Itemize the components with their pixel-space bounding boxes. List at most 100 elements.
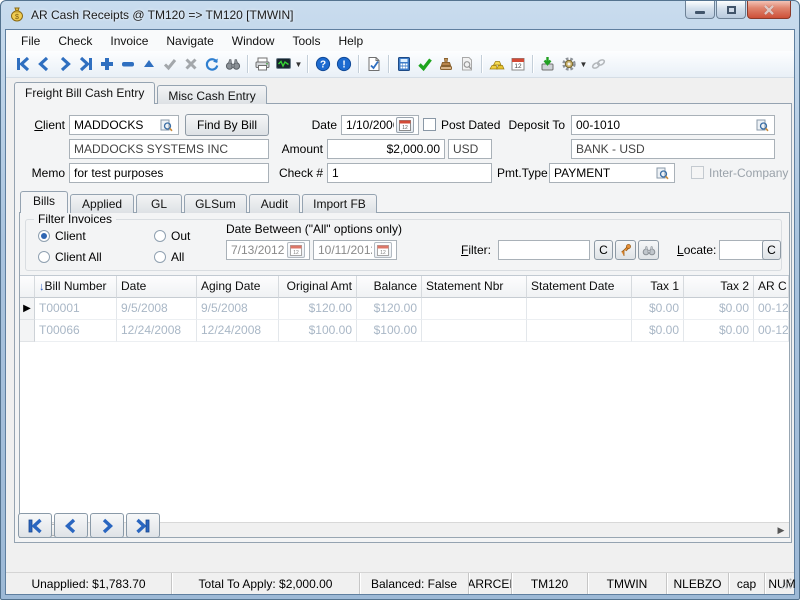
column-tax-2[interactable]: Tax 2: [684, 276, 754, 298]
nav-next-button[interactable]: [90, 513, 124, 538]
filter-apply-button[interactable]: [615, 240, 636, 260]
client-input[interactable]: MADDOCKS: [69, 115, 179, 135]
cell-aging-date[interactable]: 12/24/2008: [197, 320, 279, 342]
export-print-icon[interactable]: [537, 54, 558, 75]
minimize-button[interactable]: [685, 1, 715, 19]
preview-icon[interactable]: [456, 54, 477, 75]
cell-statement-date[interactable]: [527, 320, 632, 342]
tab-bills[interactable]: Bills: [20, 191, 68, 213]
tab-import-fb[interactable]: Import FB: [302, 194, 377, 213]
filter-find-button[interactable]: [638, 240, 659, 260]
post-dated-checkbox-box[interactable]: [423, 118, 436, 131]
column-date[interactable]: Date: [117, 276, 197, 298]
scroll-right-icon[interactable]: ▶: [773, 523, 789, 537]
cell-date[interactable]: 12/24/2008: [117, 320, 197, 342]
delete-record-icon[interactable]: [117, 54, 138, 75]
cell-tax-2[interactable]: $0.00: [684, 298, 754, 320]
radio-client-button[interactable]: [38, 230, 50, 242]
print-icon[interactable]: [252, 54, 273, 75]
tab-misc-cash-entry[interactable]: Misc Cash Entry: [157, 85, 266, 104]
find-by-bill-button[interactable]: Find By Bill: [185, 114, 269, 136]
client-lookup-icon[interactable]: [159, 118, 174, 133]
column-statement-date[interactable]: Statement Date: [527, 276, 632, 298]
gold-bars-icon[interactable]: [486, 54, 507, 75]
menu-navigate[interactable]: Navigate: [157, 31, 222, 51]
cancel-record-icon[interactable]: [180, 54, 201, 75]
memo-input[interactable]: for test purposes: [69, 163, 269, 183]
amount-input[interactable]: $2,000.00: [327, 139, 445, 159]
cell-aging-date[interactable]: 9/5/2008: [197, 298, 279, 320]
check-number-input[interactable]: 1: [327, 163, 492, 183]
column-statement-nbr[interactable]: Statement Nbr: [422, 276, 527, 298]
filter-clear-button[interactable]: C: [594, 240, 613, 260]
menu-check[interactable]: Check: [49, 31, 101, 51]
last-record-icon[interactable]: [75, 54, 96, 75]
radio-client-all[interactable]: Client All: [38, 250, 102, 264]
cell-statement-date[interactable]: [527, 298, 632, 320]
grid-row-2[interactable]: T00066 12/24/2008 12/24/2008 $100.00 $10…: [20, 320, 789, 342]
cell-original-amt[interactable]: $100.00: [279, 320, 357, 342]
calculator-icon[interactable]: [393, 54, 414, 75]
cell-ar-c[interactable]: 00-12: [754, 320, 789, 342]
cell-bill-number[interactable]: T00001: [35, 298, 117, 320]
pmt-type-input[interactable]: PAYMENT: [549, 163, 675, 183]
date-input[interactable]: 1/10/2006 12: [341, 115, 419, 135]
cell-bill-number[interactable]: T00066: [35, 320, 117, 342]
column-tax-1[interactable]: Tax 1: [632, 276, 684, 298]
terminal-dropdown-icon[interactable]: ▼: [294, 54, 303, 75]
tab-audit[interactable]: Audit: [249, 194, 300, 213]
link-icon[interactable]: [588, 54, 609, 75]
column-original-amt[interactable]: Original Amt: [279, 276, 357, 298]
settings-dropdown-icon[interactable]: ▼: [579, 54, 588, 75]
stamp-icon[interactable]: [435, 54, 456, 75]
close-button[interactable]: [747, 1, 791, 19]
menu-file[interactable]: File: [12, 31, 49, 51]
radio-client[interactable]: Client: [38, 229, 86, 243]
tab-gl[interactable]: GL: [136, 194, 182, 213]
post-record-icon[interactable]: [159, 54, 180, 75]
menu-help[interactable]: Help: [329, 31, 372, 51]
nav-prior-button[interactable]: [54, 513, 88, 538]
prior-record-icon[interactable]: [33, 54, 54, 75]
pmt-type-lookup-icon[interactable]: [655, 166, 670, 181]
terminal-icon[interactable]: [273, 54, 294, 75]
cell-ar-c[interactable]: 00-12: [754, 298, 789, 320]
cell-tax-1[interactable]: $0.00: [632, 320, 684, 342]
settings-gear-icon[interactable]: [558, 54, 579, 75]
resize-grip[interactable]: [780, 577, 793, 593]
first-record-icon[interactable]: [12, 54, 33, 75]
find-binoculars-icon[interactable]: [222, 54, 243, 75]
post-dated-checkbox[interactable]: Post Dated: [423, 117, 500, 132]
radio-all-button[interactable]: [154, 251, 166, 263]
nav-first-button[interactable]: [18, 513, 52, 538]
cell-tax-2[interactable]: $0.00: [684, 320, 754, 342]
cell-balance[interactable]: $100.00: [357, 320, 422, 342]
menu-window[interactable]: Window: [223, 31, 284, 51]
date-from-calendar-button[interactable]: 12: [287, 242, 305, 258]
nav-last-button[interactable]: [126, 513, 160, 538]
date-to-calendar-button[interactable]: 12: [374, 242, 392, 258]
maximize-button[interactable]: [716, 1, 746, 19]
menu-tools[interactable]: Tools: [283, 31, 329, 51]
next-record-icon[interactable]: [54, 54, 75, 75]
radio-all[interactable]: All: [154, 250, 184, 264]
cell-date[interactable]: 9/5/2008: [117, 298, 197, 320]
menu-invoice[interactable]: Invoice: [101, 31, 157, 51]
locate-clear-button[interactable]: C: [762, 240, 781, 260]
tab-applied[interactable]: Applied: [70, 194, 134, 213]
help-icon[interactable]: ?: [312, 54, 333, 75]
column-ar-c[interactable]: AR C: [754, 276, 789, 298]
deposit-lookup-icon[interactable]: [755, 118, 770, 133]
notes-icon[interactable]: [363, 54, 384, 75]
filter-input[interactable]: [498, 240, 590, 260]
tab-freight-bill-cash-entry[interactable]: Freight Bill Cash Entry: [14, 82, 155, 104]
calendar-icon[interactable]: 12: [507, 54, 528, 75]
approve-check-icon[interactable]: [414, 54, 435, 75]
column-bill-number[interactable]: ↓Bill Number: [35, 276, 117, 298]
date-from-input[interactable]: 7/13/2012 12: [226, 240, 310, 260]
locate-input[interactable]: [719, 240, 767, 260]
date-to-input[interactable]: 10/11/2012 12: [313, 240, 397, 260]
deposit-to-input[interactable]: 00-1010: [571, 115, 775, 135]
insert-record-icon[interactable]: [96, 54, 117, 75]
cell-balance[interactable]: $120.00: [357, 298, 422, 320]
